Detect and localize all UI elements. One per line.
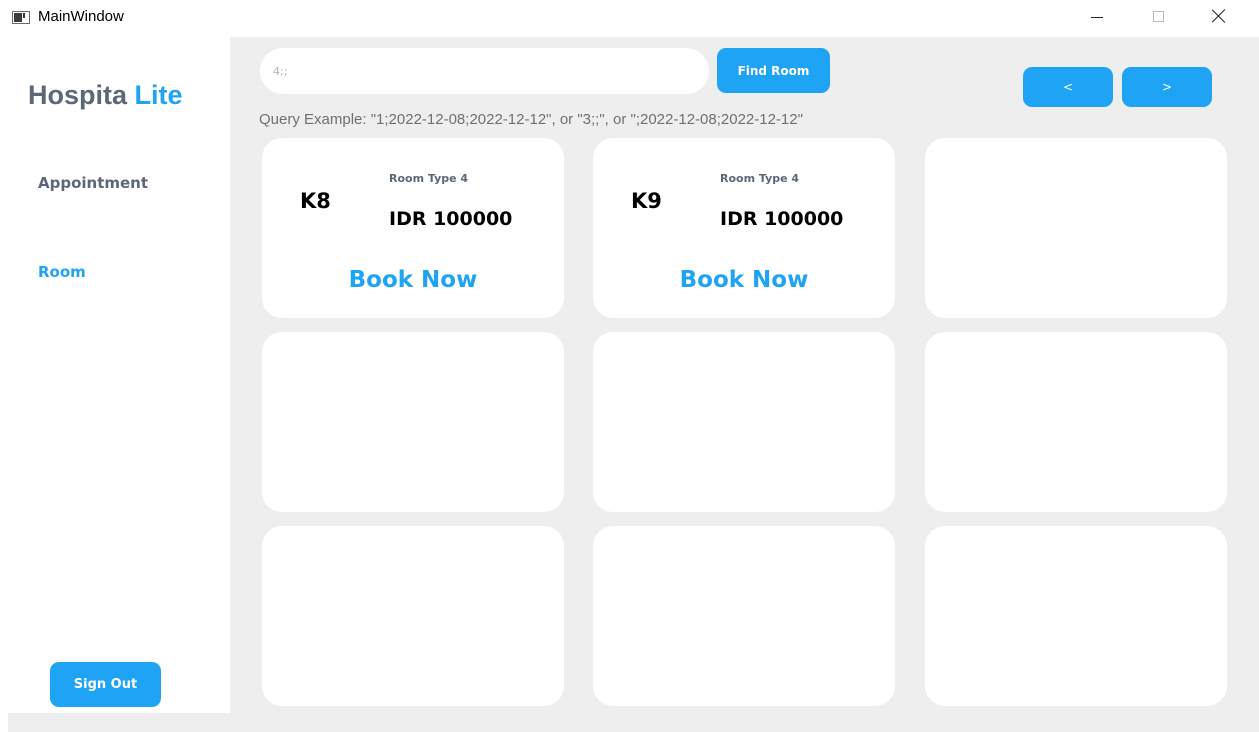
room-type: Room Type 4 bbox=[720, 172, 800, 185]
book-now-button[interactable]: Book Now bbox=[593, 267, 895, 293]
logo-text-accent: Lite bbox=[134, 80, 183, 110]
room-card: K9 Room Type 4 IDR 100000 Book Now bbox=[593, 138, 895, 318]
app-logo: Hospita Lite bbox=[28, 80, 183, 111]
sidebar-item-room[interactable]: Room bbox=[38, 263, 86, 281]
next-page-button[interactable]: > bbox=[1122, 67, 1212, 107]
empty-room-card bbox=[593, 332, 895, 512]
minimize-icon bbox=[1091, 16, 1103, 18]
window-bottom-edge bbox=[8, 713, 1259, 732]
find-room-button[interactable]: Find Room bbox=[717, 48, 830, 93]
sidebar-item-appointment[interactable]: Appointment bbox=[38, 174, 148, 192]
main-content: Find Room < > Query Example: "1;2022-12-… bbox=[230, 37, 1259, 713]
minimize-button[interactable] bbox=[1074, 0, 1120, 32]
empty-room-card bbox=[262, 332, 564, 512]
title-bar: MainWindow bbox=[0, 0, 1259, 36]
sidebar: Hospita Lite Appointment Room Sign Out bbox=[8, 37, 230, 713]
room-code: K8 bbox=[300, 189, 331, 213]
sign-out-button[interactable]: Sign Out bbox=[50, 662, 161, 707]
query-hint: Query Example: "1;2022-12-08;2022-12-12"… bbox=[259, 111, 803, 128]
empty-room-card bbox=[925, 138, 1227, 318]
logo-text-primary: Hospita bbox=[28, 80, 128, 110]
close-icon bbox=[1212, 9, 1226, 23]
empty-room-card bbox=[925, 332, 1227, 512]
empty-room-card bbox=[593, 526, 895, 706]
previous-page-button[interactable]: < bbox=[1023, 67, 1113, 107]
window-title: MainWindow bbox=[38, 8, 124, 25]
room-price: IDR 100000 bbox=[720, 208, 844, 230]
room-price: IDR 100000 bbox=[389, 208, 513, 230]
room-card: K8 Room Type 4 IDR 100000 Book Now bbox=[262, 138, 564, 318]
room-type: Room Type 4 bbox=[389, 172, 469, 185]
close-button[interactable] bbox=[1196, 0, 1242, 32]
empty-room-card bbox=[262, 526, 564, 706]
app-icon bbox=[12, 11, 30, 24]
book-now-button[interactable]: Book Now bbox=[262, 267, 564, 293]
room-code: K9 bbox=[631, 189, 662, 213]
maximize-button[interactable] bbox=[1135, 0, 1181, 32]
maximize-icon bbox=[1152, 10, 1164, 22]
room-query-input[interactable] bbox=[260, 48, 709, 94]
empty-room-card bbox=[925, 526, 1227, 706]
